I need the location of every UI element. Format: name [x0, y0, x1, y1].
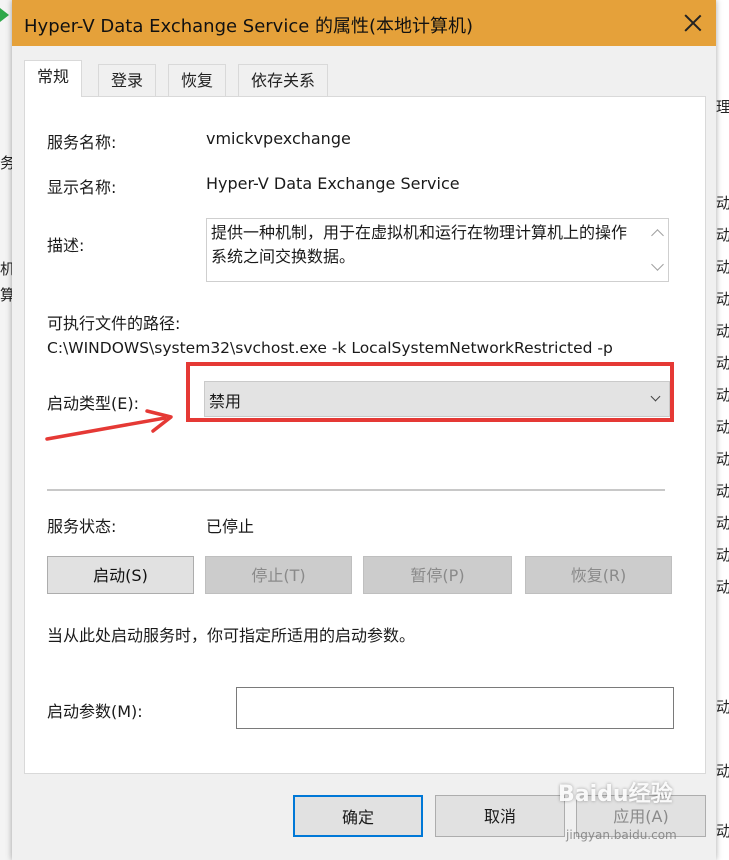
background-text: 动 [716, 418, 729, 436]
display-name-label: 显示名称: [47, 178, 117, 197]
background-window-right: 理 动 动 动 动 动 动 动 动 动 动 动 动 动 动 动 动 [716, 0, 729, 860]
tab-dependencies[interactable]: 依存关系 [238, 64, 329, 96]
watermark-url: jingyan.baidu.com [566, 828, 677, 842]
tab-general[interactable]: 常规 [24, 60, 83, 97]
background-text: 动 [716, 762, 729, 780]
resume-button[interactable]: 恢复(R) [525, 556, 672, 594]
background-text: 动 [716, 514, 729, 532]
window-title: Hyper-V Data Exchange Service 的属性(本地计算机) [24, 16, 474, 37]
path-value: C:\WINDOWS\system32\svchost.exe -k Local… [47, 339, 613, 357]
background-text: 动 [716, 290, 729, 308]
background-text: 动 [716, 194, 729, 212]
service-name-value: vmickvpexchange [206, 129, 351, 148]
service-name-label: 服务名称: [47, 133, 117, 152]
highlight-box [186, 362, 674, 422]
ok-button[interactable]: 确定 [293, 795, 423, 837]
path-label: 可执行文件的路径: [47, 314, 181, 333]
background-text: 动 [716, 354, 729, 372]
params-input[interactable] [236, 687, 674, 729]
divider [47, 489, 665, 491]
background-text: 动 [716, 546, 729, 564]
pause-button[interactable]: 暂停(P) [363, 556, 512, 594]
stop-button[interactable]: 停止(T) [205, 556, 352, 594]
background-window-left: 务 机 算 [0, 0, 15, 860]
background-text: 动 [716, 450, 729, 468]
service-status-value: 已停止 [206, 517, 255, 536]
close-icon[interactable] [676, 6, 710, 40]
start-button[interactable]: 启动(S) [47, 556, 194, 594]
description-box[interactable]: 提供一种机制，用于在虚拟机和运行在物理计算机上的操作系统之间交换数据。 [206, 218, 669, 282]
background-text: 动 [716, 698, 729, 716]
service-properties-dialog: Hyper-V Data Exchange Service 的属性(本地计算机)… [12, 0, 716, 860]
arrow-annotation [45, 409, 173, 441]
background-text: 动 [716, 226, 729, 244]
scroll-up-icon[interactable] [651, 229, 664, 242]
params-label: 启动参数(M): [47, 702, 143, 721]
background-text: 理 [716, 98, 729, 116]
background-text: 动 [716, 482, 729, 500]
scroll-down-icon[interactable] [651, 258, 664, 271]
tab-recovery[interactable]: 恢复 [168, 64, 227, 96]
display-name-value: Hyper-V Data Exchange Service [206, 174, 460, 193]
hint-text: 当从此处启动服务时，你可指定所适用的启动参数。 [47, 626, 416, 645]
service-status-label: 服务状态: [47, 517, 117, 536]
tab-logon[interactable]: 登录 [98, 64, 157, 96]
title-bar[interactable]: Hyper-V Data Exchange Service 的属性(本地计算机) [12, 0, 716, 46]
general-panel: 服务名称: vmickvpexchange 显示名称: Hyper-V Data… [24, 96, 706, 774]
description-label: 描述: [47, 236, 85, 255]
background-text: 动 [716, 578, 729, 596]
background-text: 动 [716, 386, 729, 404]
watermark-logo: Baidu经验 [558, 782, 673, 807]
play-icon [0, 8, 9, 22]
background-text: 动 [716, 822, 729, 840]
background-text: 动 [716, 322, 729, 340]
background-text: 动 [716, 258, 729, 276]
description-text: 提供一种机制，用于在虚拟机和运行在物理计算机上的操作系统之间交换数据。 [211, 223, 628, 266]
cancel-button[interactable]: 取消 [435, 795, 565, 837]
